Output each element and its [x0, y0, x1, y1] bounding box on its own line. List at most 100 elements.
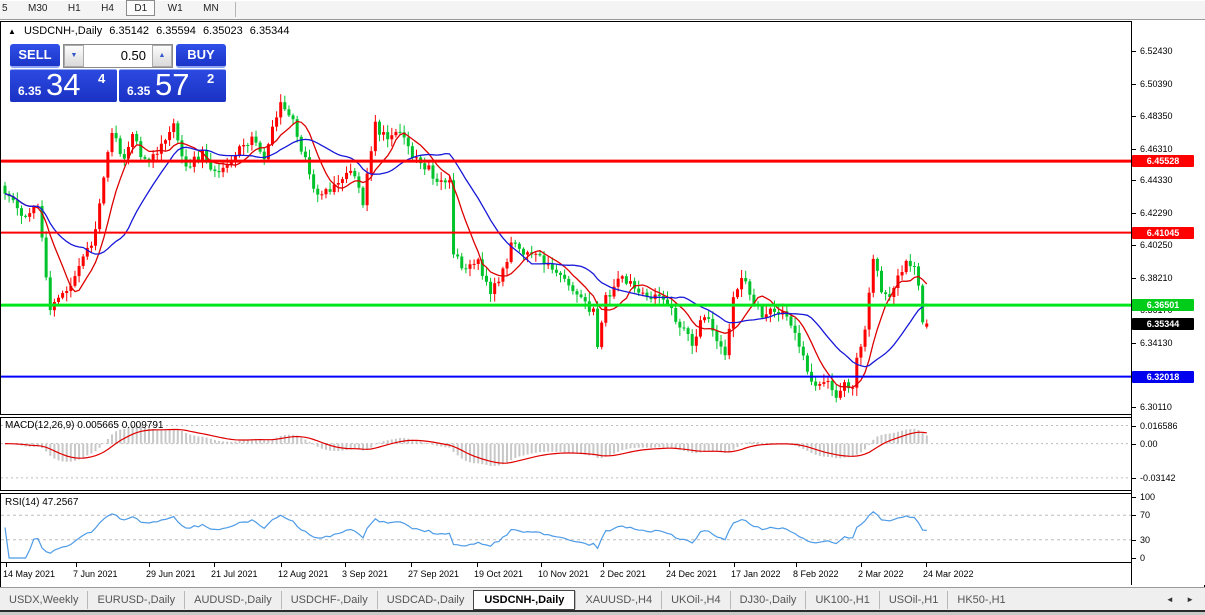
date-tick [281, 563, 282, 567]
tab-usoil-h1[interactable]: USOil-,H1 [878, 590, 948, 609]
rsi-label: RSI(14) 47.2567 [5, 497, 79, 508]
price-tick-label: 6.50390 [1140, 78, 1173, 89]
chart-tabs-bar: USDX,Weekly EURUSD-,Daily AUDUSD-,Daily … [0, 587, 1205, 611]
date-tick [734, 563, 735, 567]
price-tick-dash [1132, 51, 1136, 53]
tab-audusd-daily[interactable]: AUDUSD-,Daily [184, 590, 281, 609]
rsi-tick-label: 100 [1140, 492, 1156, 502]
tab-ukoil-h4[interactable]: UKOil-,H4 [661, 590, 730, 609]
buy-price-display[interactable]: 6.35 57 2 [119, 67, 226, 102]
date-axis[interactable]: 14 May 2021 7 Jun 2021 29 Jun 2021 21 Jul 2… [1, 562, 1131, 586]
price-tick-dash [1132, 148, 1136, 150]
price-tick-label: 6.40250 [1140, 240, 1173, 251]
date-tick [411, 563, 412, 567]
rsi-tick-dash [1132, 497, 1136, 498]
volume-input[interactable]: 0.50 [84, 45, 152, 67]
timeframe-toolbar: 5 M30 H1 H4 D1 W1 MN [0, 0, 1205, 20]
date-label: 3 Sep 2021 [342, 569, 389, 579]
rsi-tick-dash [1132, 558, 1136, 559]
price-tick-label: 6.48350 [1140, 111, 1173, 122]
tab-scroll-right-icon[interactable]: ► [1186, 595, 1194, 604]
tab-uk100-h1[interactable]: UK100-,H1 [805, 590, 878, 609]
date-label: 2 Mar 2022 [858, 569, 904, 579]
price-tick-dash [1132, 277, 1136, 279]
date-tick [477, 563, 478, 567]
tab-usdx-weekly[interactable]: USDX,Weekly [0, 591, 87, 609]
tab-eurusd-daily[interactable]: EURUSD-,Daily [87, 590, 184, 609]
price-tick-dash [1132, 342, 1136, 344]
date-tick [6, 563, 7, 567]
one-click-trade-panel: SELL ▼ 0.50 ▲ BUY 6.35 34 4 6.35 57 2 [10, 44, 226, 102]
volume-up-button[interactable]: ▲ [152, 45, 172, 67]
date-label: 10 Nov 2021 [538, 569, 590, 579]
macd-tick-dash [1132, 477, 1136, 479]
macd-tick-label: 0.00 [1140, 438, 1158, 449]
date-label: 21 Jul 2021 [211, 569, 258, 579]
price-tick-label: 6.38210 [1140, 272, 1173, 283]
timeframe-h4-button[interactable]: H4 [93, 0, 122, 16]
rsi-tick-label: 0 [1140, 553, 1146, 563]
tab-scroll-left-icon[interactable]: ◄ [1166, 595, 1174, 604]
price-tick-dash [1132, 406, 1136, 408]
date-tick [669, 563, 670, 567]
ohlc-high: 6.35594 [156, 25, 196, 37]
rsi-tick-label: 30 [1140, 534, 1151, 545]
sell-price-display[interactable]: 6.35 34 4 [10, 67, 117, 102]
date-label: 12 Aug 2021 [278, 569, 329, 579]
price-tick-label: 6.30110 [1140, 401, 1172, 412]
macd-tick-dash [1132, 425, 1136, 427]
tab-usdcad-daily[interactable]: USDCAD-,Daily [376, 590, 474, 609]
tab-usdchf-daily[interactable]: USDCHF-,Daily [280, 590, 377, 609]
rsi-indicator-panel[interactable] [1, 494, 1131, 561]
buy-button[interactable]: BUY [176, 44, 226, 68]
sell-button[interactable]: SELL [10, 44, 60, 68]
price-level-badge: 6.36501 [1132, 299, 1194, 312]
timeframe-h1-button[interactable]: H1 [60, 0, 89, 16]
sell-price-point: 4 [98, 71, 106, 86]
macd-tick-label: -0.03142 [1140, 472, 1176, 483]
toolbar-separator [235, 2, 237, 17]
date-tick [345, 563, 346, 567]
macd-tick-label: 0.016586 [1140, 420, 1178, 431]
date-label: 8 Feb 2022 [793, 569, 839, 579]
price-axis[interactable]: 6.52430 6.50390 6.48350 6.46310 6.44330 6.422… [1132, 21, 1205, 585]
timeframe-mn-button[interactable]: MN [195, 0, 227, 16]
price-tick-dash [1132, 245, 1136, 247]
date-label: 7 Jun 2021 [73, 569, 118, 579]
ohlc-open: 6.35142 [109, 25, 150, 37]
date-tick [796, 563, 797, 567]
timeframe-d1-button[interactable]: D1 [126, 0, 156, 16]
date-label: 14 May 2021 [3, 569, 56, 579]
tab-usdcnh-daily[interactable]: USDCNH-,Daily [473, 589, 576, 610]
date-tick [603, 563, 604, 567]
tab-xauusd-h4[interactable]: XAUUSD-,H4 [575, 590, 661, 609]
date-label: 19 Oct 2021 [474, 569, 524, 579]
timeframe-m30-button[interactable]: M30 [20, 0, 55, 16]
volume-down-button[interactable]: ▼ [64, 45, 84, 67]
tab-dj30-daily[interactable]: DJ30-,Daily [729, 590, 806, 609]
tab-hk50-h1[interactable]: HK50-,H1 [947, 590, 1014, 609]
price-tick-label: 6.34130 [1140, 337, 1173, 348]
window-bottom-edge [0, 610, 1205, 615]
price-tick-label: 6.52430 [1140, 46, 1173, 57]
price-level-badge: 6.41045 [1132, 226, 1194, 239]
date-label: 24 Dec 2021 [666, 569, 718, 579]
price-tick-label: 6.44330 [1140, 175, 1173, 186]
collapse-icon[interactable]: ▲ [8, 27, 16, 36]
date-label: 24 Mar 2022 [923, 569, 974, 579]
date-tick [861, 563, 862, 567]
rsi-tick-dash [1132, 515, 1136, 517]
price-level-badge: 6.35344 [1132, 317, 1194, 330]
rsi-tick-label: 70 [1140, 510, 1151, 521]
timeframe-m5-button[interactable]: 5 [0, 0, 16, 16]
timeframe-w1-button[interactable]: W1 [160, 0, 191, 16]
sell-price-pips: 34 [46, 67, 81, 102]
macd-tick-dash [1132, 443, 1136, 445]
trading-terminal: 5 M30 H1 H4 D1 W1 MN 6.52430 6.50390 6.483… [0, 0, 1205, 615]
tab-scroll-arrows: ◄ ► [1161, 595, 1199, 604]
price-tick-dash [1132, 212, 1136, 214]
macd-label: MACD(12,26,9) 0.005665 0.009791 [5, 420, 164, 431]
macd-indicator-panel[interactable] [1, 418, 1131, 490]
sell-price-base: 6.35 [18, 84, 42, 98]
chart-title: ▲ USDCNH-,Daily 6.35142 6.35594 6.35023 … [8, 25, 294, 37]
